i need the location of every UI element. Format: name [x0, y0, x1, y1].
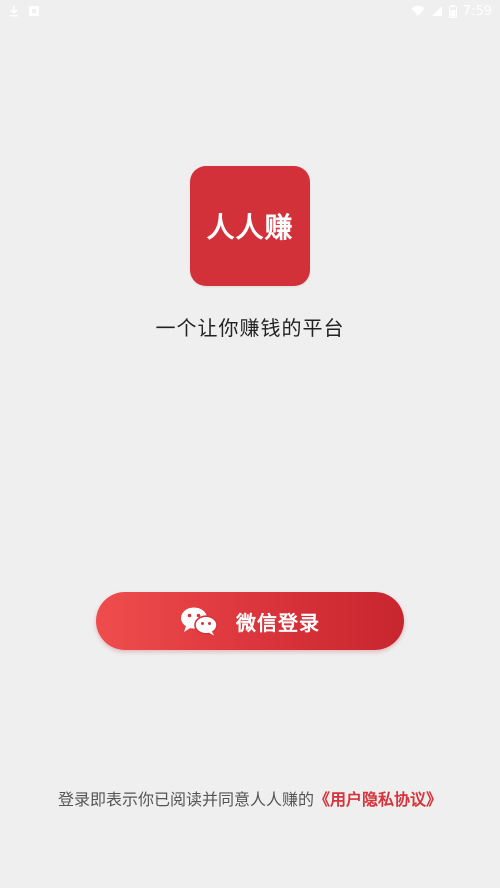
slogan: 一个让你赚钱的平台: [155, 316, 345, 340]
status-right: 7:59: [411, 4, 492, 19]
notification-icon: [28, 5, 40, 17]
login-screen: 7:59 人人赚 一个让你赚钱的平台 微信登录 登录即表示你已阅读并同意人人赚的…: [0, 0, 500, 888]
signal-icon: [431, 5, 443, 17]
status-time: 7:59: [462, 3, 492, 19]
wifi-icon: [411, 5, 425, 17]
status-left: [8, 5, 40, 17]
download-icon: [8, 5, 20, 17]
login-button-label: 微信登录: [236, 610, 320, 635]
status-bar: 7:59: [0, 0, 500, 22]
agreement-prefix: 登录即表示你已阅读并同意人人赚的: [57, 790, 314, 809]
battery-icon: [448, 4, 457, 18]
app-logo: 人人赚: [190, 166, 310, 286]
wechat-icon: [180, 606, 218, 636]
agreement-text: 登录即表示你已阅读并同意人人赚的《用户隐私协议》: [0, 786, 500, 810]
logo-text: 人人赚: [206, 211, 294, 244]
privacy-agreement-link[interactable]: 《用户隐私协议》: [314, 790, 442, 809]
wechat-login-button[interactable]: 微信登录: [96, 592, 404, 650]
